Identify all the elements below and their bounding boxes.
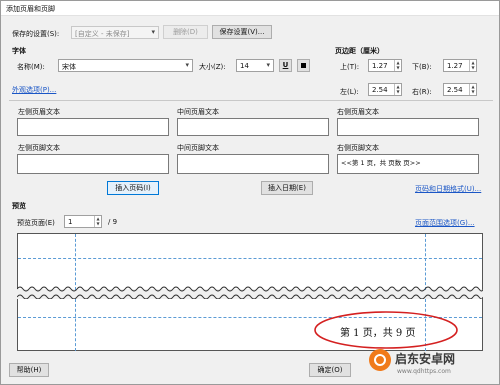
saved-settings-combo[interactable]: [自定义 - 未保存] ▾ [71,26,159,39]
right-footer-label: 右侧页脚文本 [337,144,379,152]
margin-guide [75,234,76,290]
font-section-label: 字体 [12,47,26,55]
page-break-wave [17,286,483,292]
center-header-label: 中间页眉文本 [177,108,219,116]
font-name-combo[interactable]: 宋体 ▾ [58,59,193,72]
margin-bottom-value: 1.27 [447,62,463,70]
margin-left-label: 左(L): [340,88,359,96]
add-header-footer-dialog: 添加页眉和页脚 保存的设置(S): [自定义 - 未保存] ▾ 删除(D) 保存… [0,0,500,385]
preview-page-label: 预览页面(E) [17,219,55,227]
page-range-options-link[interactable]: 页面范围选项(G)... [415,218,475,228]
margin-right-label: 右(R): [412,88,432,96]
saved-settings-value: [自定义 - 未保存] [75,30,130,38]
preview-total-pages: / 9 [108,218,118,226]
spin-arrows-icon[interactable]: ▲ ▼ [394,84,401,95]
center-header-input[interactable] [177,118,329,136]
font-name-value: 宋体 [62,63,76,71]
margin-guide [425,234,426,290]
margin-guide [75,299,76,351]
preview-page-value: 1 [68,218,73,226]
margin-right-value: 2.54 [447,86,463,94]
margin-left-spinner[interactable]: 2.54 ▲ ▼ [368,83,402,96]
margin-guide [18,258,482,259]
ok-button[interactable]: 确定(O) [309,363,351,377]
logo-ring-icon [374,354,386,366]
font-color-button[interactable] [297,59,310,72]
margin-top-label: 上(T): [340,63,360,71]
underline-button[interactable]: U [279,59,292,72]
margins-section-label: 页边距（厘米） [335,47,384,55]
chevron-down-icon: ▾ [151,28,155,36]
divider [9,100,493,101]
right-header-input[interactable] [337,118,479,136]
margin-top-spinner[interactable]: 1.27 ▲ ▼ [368,59,402,72]
appearance-options-link[interactable]: 外观选项(P)... [12,85,56,95]
preview-header-area [17,233,483,290]
highlight-ellipse [314,311,458,349]
left-footer-input[interactable] [17,154,169,174]
watermark-brand: 启东安卓网 [395,352,456,366]
right-footer-value: <<第 1 页，共 页数 页>> [341,159,421,167]
watermark-url: www.qdhttps.com [397,368,451,375]
help-button[interactable]: 帮助(H) [9,363,49,377]
chevron-down-icon: ▾ [266,61,270,69]
margin-right-spinner[interactable]: 2.54 ▲ ▼ [443,83,477,96]
insert-page-number-button[interactable]: 插入页码(I) [107,181,159,195]
saved-settings-label: 保存的设置(S): [12,30,60,38]
left-header-label: 左侧页眉文本 [18,108,60,116]
right-header-label: 右侧页眉文本 [337,108,379,116]
watermark-logo [369,349,391,371]
delete-button[interactable]: 删除(D) [163,25,208,39]
font-name-label: 名称(M): [17,63,45,71]
center-footer-input[interactable] [177,154,329,174]
margin-top-value: 1.27 [372,62,388,70]
center-footer-label: 中间页脚文本 [177,144,219,152]
spin-arrows-icon[interactable]: ▲ ▼ [394,60,401,71]
preview-page-spinner[interactable]: 1 ▲ ▼ [64,215,102,228]
left-footer-label: 左侧页脚文本 [18,144,60,152]
window-title: 添加页眉和页脚 [6,5,55,13]
page-date-format-link[interactable]: 页码和日期格式(U)... [415,184,481,194]
margin-left-value: 2.54 [372,86,388,94]
margin-bottom-label: 下(B): [412,63,432,71]
font-size-value: 14 [240,62,249,70]
preview-section-label: 预览 [12,202,26,210]
spin-arrows-icon[interactable]: ▲ ▼ [94,216,101,227]
title-bar: 添加页眉和页脚 [1,1,499,16]
chevron-down-icon: ▾ [185,61,189,69]
save-settings-button[interactable]: 保存设置(V)... [212,25,272,39]
spin-arrows-icon[interactable]: ▲ ▼ [469,60,476,71]
margin-bottom-spinner[interactable]: 1.27 ▲ ▼ [443,59,477,72]
font-size-label: 大小(Z): [199,63,226,71]
color-swatch-icon [301,63,306,68]
right-footer-input[interactable]: <<第 1 页，共 页数 页>> [337,154,479,174]
left-header-input[interactable] [17,118,169,136]
insert-date-button[interactable]: 插入日期(E) [261,181,313,195]
spin-arrows-icon[interactable]: ▲ ▼ [469,84,476,95]
font-size-combo[interactable]: 14 ▾ [236,59,274,72]
